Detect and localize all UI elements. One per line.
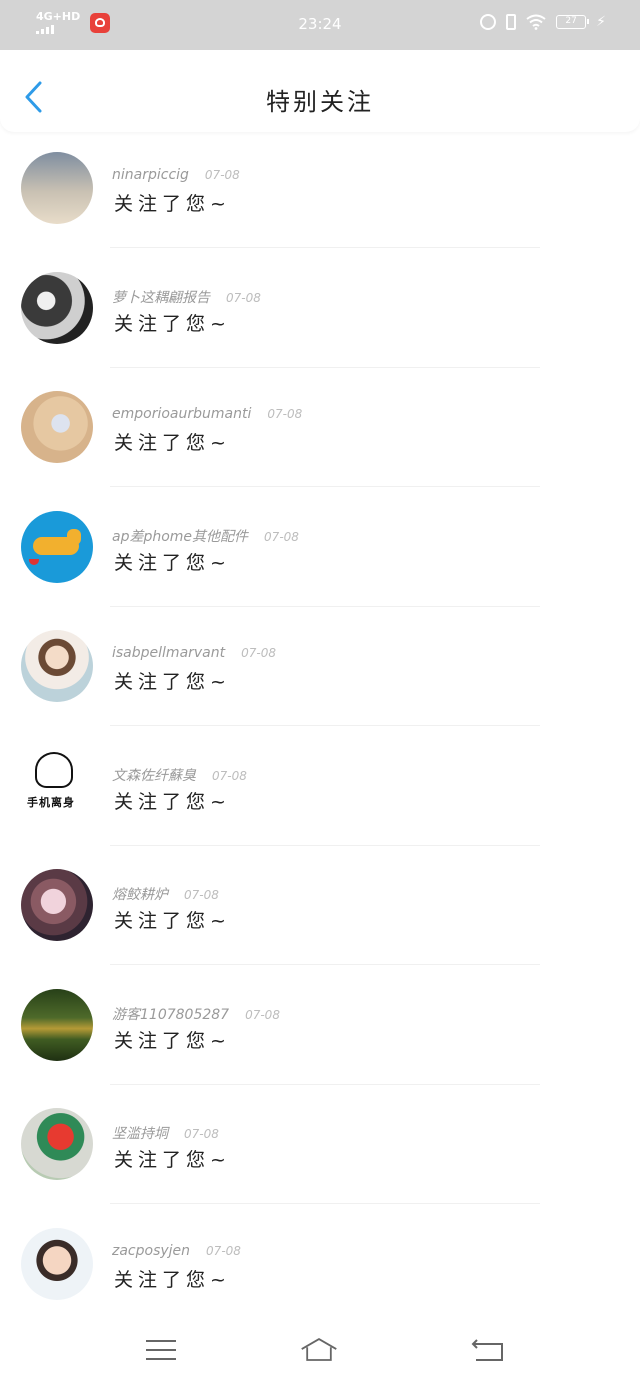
date: 07-08 (264, 529, 299, 544)
alarm-icon (480, 14, 497, 30)
avatar[interactable] (21, 869, 93, 941)
list-item[interactable]: zacposyjen 07-08 关注了您~ (0, 1209, 640, 1329)
user-name-row: zacposyjen 07-08 (112, 1243, 241, 1259)
follow-list: ninarpiccig 07-08 关注了您~ 萝卜这耦翩报告 07-08 关注了您… (0, 133, 640, 1328)
divider (110, 725, 540, 726)
user-name-row: 游客1107805287 07-08 (112, 1004, 280, 1024)
list-item[interactable]: isabpellmarvant 07-08 关注了您~ (0, 611, 640, 731)
status-right: 27 ⚡ (480, 14, 606, 30)
avatar[interactable] (21, 1108, 93, 1180)
charging-icon: ⚡ (596, 14, 606, 30)
avatar[interactable]: 手机离身 (21, 749, 93, 822)
home-icon[interactable] (299, 1334, 339, 1366)
avatar[interactable] (21, 152, 93, 224)
list-item[interactable]: ninarpiccig 07-08 关注了您~ (0, 133, 640, 253)
list-item[interactable]: 手机离身 文森佐纤蘇臭 07-08 关注了您~ (0, 731, 640, 851)
user-name[interactable]: zacposyjen (112, 1243, 190, 1259)
date: 07-08 (206, 1243, 241, 1258)
list-item[interactable]: 坚滥持垌 07-08 关注了您~ (0, 1089, 640, 1209)
date: 07-08 (241, 646, 277, 660)
avatar[interactable] (21, 988, 93, 1061)
user-name[interactable]: ninarpiccig (112, 167, 189, 183)
back-icon[interactable] (468, 1334, 508, 1366)
date: 07-08 (226, 290, 261, 305)
divider (110, 605, 540, 607)
system-nav-bar (0, 1320, 640, 1387)
user-name[interactable]: isabpellmarvant (112, 645, 225, 661)
vibrate-icon (506, 14, 517, 30)
avatar[interactable] (21, 271, 93, 344)
user-name-row: 萝卜这耦翩报告 07-08 (112, 287, 261, 307)
user-name[interactable]: 坚滥持垌 (112, 1126, 168, 1142)
battery-level: 27 (565, 16, 577, 26)
menu-icon[interactable] (141, 1334, 181, 1366)
header: 特别关注 (0, 50, 640, 132)
divider (110, 366, 540, 368)
user-name-row: isabpellmarvant 07-08 (112, 645, 276, 661)
avatar[interactable] (21, 391, 93, 463)
action-text: 关注了您~ (114, 671, 231, 693)
battery-icon: 27 (556, 15, 590, 29)
user-name[interactable]: 文森佐纤蘇臭 (112, 768, 196, 784)
page-title: 特别关注 (266, 88, 374, 116)
status-bar: 4G+HD 23:24 27 ⚡ (0, 0, 640, 50)
date: 07-08 (184, 888, 219, 902)
date: 07-08 (184, 1127, 219, 1141)
divider (110, 247, 540, 248)
action-text: 关注了您~ (114, 193, 231, 215)
divider (110, 486, 540, 487)
avatar-caption: 手机离身 (27, 795, 75, 809)
user-name-row: 文森佐纤蘇臭 07-08 (112, 765, 247, 785)
divider (110, 1083, 540, 1085)
user-name[interactable]: ap差phome其他配件 (112, 529, 248, 545)
user-name[interactable]: emporioaurbumanti (112, 406, 251, 422)
date: 07-08 (267, 407, 303, 421)
divider (110, 1203, 540, 1204)
user-name[interactable]: 熔鲛耕炉 (112, 887, 168, 903)
action-text: 关注了您~ (114, 1268, 231, 1291)
user-name[interactable]: 萝卜这耦翩报告 (112, 290, 210, 306)
divider (110, 964, 540, 965)
action-text: 关注了您~ (114, 1029, 231, 1052)
action-text: 关注了您~ (114, 790, 231, 813)
action-text: 关注了您~ (114, 312, 231, 335)
date: 07-08 (245, 1007, 280, 1022)
avatar[interactable] (21, 510, 93, 583)
action-text: 关注了您~ (114, 1149, 231, 1171)
action-text: 关注了您~ (114, 432, 231, 454)
date: 07-08 (212, 768, 247, 783)
user-name[interactable]: 游客1107805287 (112, 1007, 229, 1023)
user-name-row: ap差phome其他配件 07-08 (112, 526, 299, 546)
user-name-row: ninarpiccig 07-08 (112, 167, 240, 183)
list-item[interactable]: ap差phome其他配件 07-08 关注了您~ (0, 492, 640, 612)
divider (110, 844, 540, 846)
user-name-row: 熔鲛耕炉 07-08 (112, 884, 219, 904)
list-item[interactable]: emporioaurbumanti 07-08 关注了您~ (0, 372, 640, 492)
action-text: 关注了您~ (114, 551, 231, 574)
avatar[interactable] (21, 1227, 93, 1300)
action-text: 关注了您~ (114, 910, 231, 932)
user-name-row: emporioaurbumanti 07-08 (112, 406, 302, 422)
user-name-row: 坚滥持垌 07-08 (112, 1123, 219, 1143)
date: 07-08 (204, 168, 240, 182)
list-item[interactable]: 游客1107805287 07-08 关注了您~ (0, 970, 640, 1090)
list-item[interactable]: 萝卜这耦翩报告 07-08 关注了您~ (0, 253, 640, 373)
list-item[interactable]: 熔鲛耕炉 07-08 关注了您~ (0, 850, 640, 970)
wifi-icon (526, 14, 546, 30)
avatar[interactable] (21, 630, 93, 702)
